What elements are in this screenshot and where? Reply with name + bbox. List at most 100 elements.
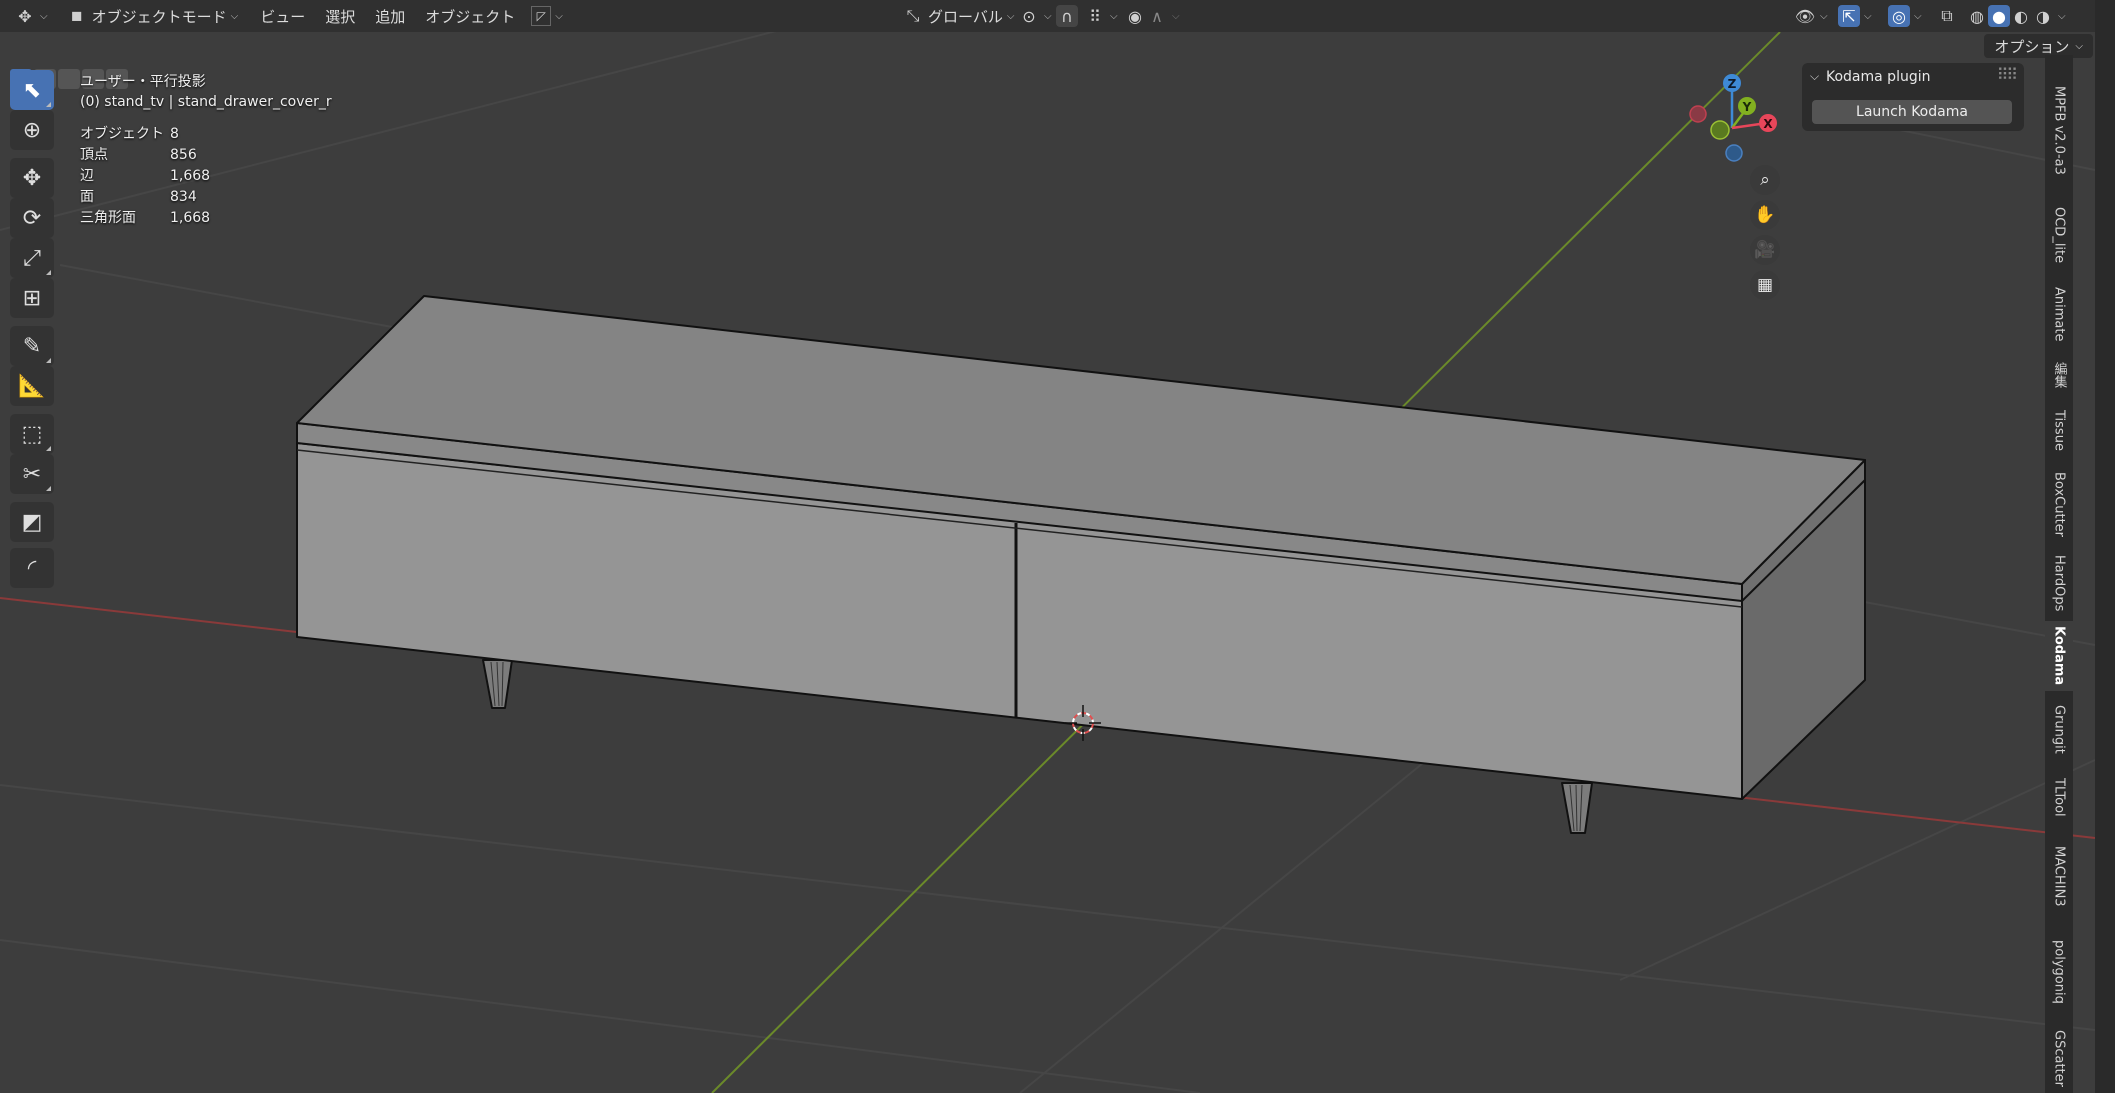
- add-cube-icon: ⬚: [21, 421, 43, 447]
- orientation-axes-icon: ⤡: [906, 6, 920, 25]
- tab-mpfb[interactable]: MPFB v2.0-a3: [2045, 65, 2073, 195]
- ortho-toggle-button[interactable]: ▦: [1750, 270, 1780, 300]
- camera-view-button[interactable]: 🎥: [1750, 235, 1780, 265]
- menu-view[interactable]: ビュー: [250, 6, 315, 27]
- tab-edit[interactable]: 編集: [2045, 355, 2073, 395]
- xray-icon: ⧉: [1941, 6, 1953, 25]
- scale-tool[interactable]: ⤢: [10, 238, 54, 278]
- material-shading-icon[interactable]: ◐: [2010, 5, 2032, 27]
- tab-machin3[interactable]: MACHIN3: [2045, 831, 2073, 921]
- bevel-tool[interactable]: ◜: [10, 548, 54, 588]
- overlay-circles-icon: ◎: [1888, 5, 1910, 27]
- scene-statistics: オブジェクト 8 頂点 856 辺 1,668 面 834 三角形面 1,668: [80, 124, 332, 229]
- gizmo-neg-z: [1725, 144, 1743, 162]
- tab-polygoniq[interactable]: polygoniq: [2045, 924, 2073, 1019]
- grid-icon: ▦: [1756, 275, 1774, 295]
- move-tool[interactable]: ✥: [10, 158, 54, 198]
- cursor-tool[interactable]: ⊕: [10, 110, 54, 150]
- navigation-gizmo[interactable]: Z Y X: [1680, 68, 1800, 168]
- mode-label: オブジェクトモード: [91, 7, 227, 26]
- pivot-icon: ⊙: [1022, 6, 1036, 26]
- gizmo-x-label: X: [1763, 117, 1773, 131]
- falloff-curve-icon: ∧: [1151, 6, 1163, 26]
- add-cube-tool[interactable]: ⬚: [10, 414, 54, 454]
- panel-title[interactable]: Kodama plugin: [1826, 69, 1930, 85]
- active-object-info: (0) stand_tv | stand_drawer_cover_r: [80, 94, 332, 110]
- proportional-edit-toggle[interactable]: ◉ ∧ ⌵: [1118, 3, 1186, 29]
- snap-increment-icon: ⠿: [1089, 6, 1101, 26]
- object-mode-icon: ◼: [70, 8, 83, 24]
- solid-shading-icon[interactable]: ●: [1988, 5, 2010, 27]
- options-dropdown[interactable]: オプション ⌵: [1984, 34, 2093, 58]
- camera-icon: 🎥: [1754, 240, 1776, 260]
- options-label: オプション: [1994, 37, 2070, 56]
- hardops-tool[interactable]: ◩: [10, 502, 54, 542]
- annotate-tool[interactable]: ✎: [10, 326, 54, 366]
- tab-kodama[interactable]: Kodama: [2045, 621, 2073, 691]
- select-mode-subtract[interactable]: [58, 69, 80, 89]
- tab-animate[interactable]: Animate: [2045, 277, 2073, 352]
- boxcutter-tool[interactable]: ✂: [10, 454, 54, 494]
- measure-tool[interactable]: 📐: [10, 366, 54, 406]
- rotate-icon: ⟳: [22, 205, 42, 231]
- viewport-info-overlay: ユーザー・平行投影 (0) stand_tv | stand_drawer_co…: [80, 72, 332, 229]
- crosshair-icon: ⊕: [22, 117, 42, 143]
- launch-kodama-button[interactable]: Launch Kodama: [1812, 100, 2012, 124]
- drag-handle-icon[interactable]: ⠿⠿: [1997, 65, 2018, 84]
- pencil-icon: ✎: [22, 333, 42, 359]
- proportional-icon: ◉: [1128, 6, 1142, 26]
- gpencil-dropdown[interactable]: ◸ ⌵: [525, 3, 569, 29]
- gizmo-y-label: Y: [1742, 100, 1752, 114]
- transform-orientation-select[interactable]: ⤡ グローバル ⌵: [896, 3, 1020, 29]
- editor-type-button[interactable]: ✥ ⌵: [8, 3, 54, 29]
- orientation-label: グローバル: [928, 7, 1003, 26]
- collapse-chevron-icon[interactable]: ⌵: [1810, 69, 1819, 84]
- viewport-header: ✥ ⌵ ◼ オブジェクトモード ⌵ ビュー 選択 追加 オブジェクト ◸ ⌵ ⤡ グ…: [0, 0, 2115, 32]
- bevel-corner-icon: ◜: [27, 555, 37, 581]
- xray-toggle[interactable]: ⧉: [1930, 3, 1964, 29]
- tab-tltool[interactable]: TLTool: [2045, 767, 2073, 827]
- zoom-button[interactable]: ⌕: [1750, 165, 1780, 195]
- tab-ocd-lite[interactable]: OCD_lite: [2045, 198, 2073, 273]
- hops-square-icon: ◩: [21, 509, 43, 535]
- mode-select[interactable]: ◼ オブジェクトモード ⌵: [60, 3, 245, 29]
- magnet-icon: ∩: [1056, 5, 1078, 27]
- overlay-toggle[interactable]: ◎ ⌵: [1882, 3, 1928, 29]
- transform-tool[interactable]: ⊞: [10, 278, 54, 318]
- pan-button[interactable]: ✋: [1750, 200, 1780, 230]
- gizmo-neg-x: [1689, 105, 1707, 123]
- shading-buttons: ◍ ● ◐ ◑ ⌵: [1960, 3, 2072, 29]
- select-box-tool[interactable]: ⬉: [10, 70, 54, 110]
- tab-boxcutter[interactable]: BoxCutter: [2045, 465, 2073, 545]
- gizmo-neg-y: [1710, 120, 1730, 140]
- tab-gscatter[interactable]: GScatter: [2045, 1023, 2073, 1093]
- stat-objects: オブジェクト 8: [80, 126, 179, 142]
- stat-faces: 面 834: [80, 189, 197, 205]
- eye-icon: 👁: [1794, 6, 1816, 26]
- sidebar-scrollbar[interactable]: [2095, 0, 2115, 1093]
- transform-icon: ✥: [18, 6, 32, 26]
- tab-grungit[interactable]: Grungit: [2045, 695, 2073, 763]
- stat-edges: 辺 1,668: [80, 168, 211, 184]
- stat-vertices: 頂点 856: [80, 147, 197, 163]
- move-arrows-icon: ✥: [22, 165, 42, 191]
- view-name: ユーザー・平行投影: [80, 74, 206, 90]
- scale-icon: ⤢: [23, 245, 41, 271]
- visibility-select[interactable]: 👁 ⌵: [1788, 3, 1834, 29]
- snap-settings-select[interactable]: ⠿ ⌵: [1078, 3, 1124, 29]
- transform-icon: ⊞: [22, 285, 42, 311]
- viewport-subheader: [0, 33, 2115, 89]
- menu-select[interactable]: 選択: [315, 6, 365, 27]
- ruler-icon: 📐: [18, 373, 46, 399]
- rotate-tool[interactable]: ⟳: [10, 198, 54, 238]
- tab-hardops[interactable]: HardOps: [2045, 548, 2073, 618]
- stroke-icon: ◸: [531, 6, 552, 26]
- gizmo-toggle[interactable]: ⇱ ⌵: [1832, 3, 1878, 29]
- wireframe-shading-icon[interactable]: ◍: [1966, 5, 1988, 27]
- hand-icon: ✋: [1754, 205, 1776, 225]
- menu-add[interactable]: 追加: [365, 6, 415, 27]
- cursor-arrow-icon: ⬉: [22, 77, 42, 103]
- tab-tissue[interactable]: Tissue: [2045, 398, 2073, 463]
- menu-object[interactable]: オブジェクト: [415, 6, 525, 27]
- rendered-shading-icon[interactable]: ◑: [2032, 5, 2054, 27]
